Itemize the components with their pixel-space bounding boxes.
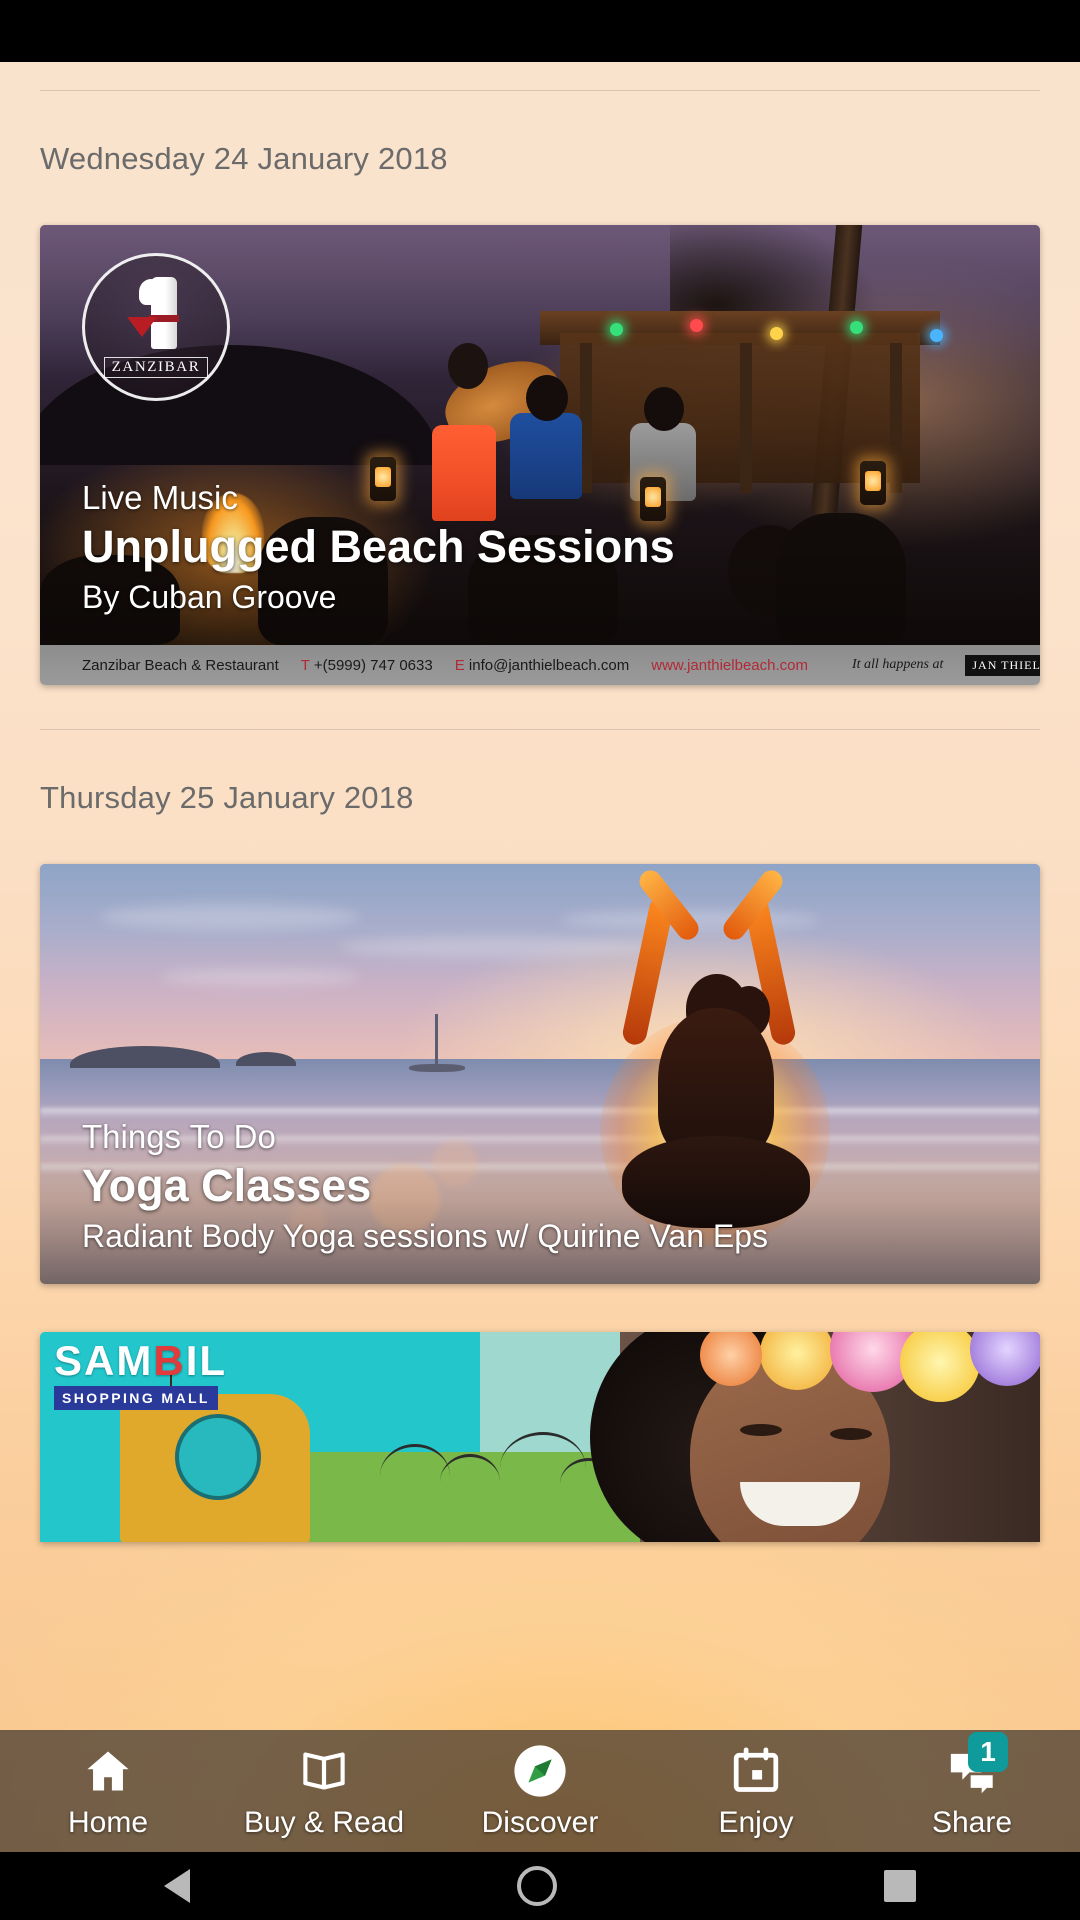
partner-tagline: It all happens at [851,657,944,672]
nav-label-share: Share [931,1806,1013,1839]
date-header-thursday: Thursday 25 January 2018 [40,780,414,815]
event-card-yoga[interactable]: Things To Do Yoga Classes Radiant Body Y… [40,864,1040,1284]
nav-item-home[interactable]: Home [0,1740,216,1840]
compass-icon [508,1740,572,1802]
nav-label-home: Home [67,1806,149,1839]
date-header-wednesday: Wednesday 24 January 2018 [40,141,448,176]
chat-icon: 1 [940,1732,1008,1802]
event-text-overlay: Live Music Unplugged Beach Sessions By C… [40,475,1040,645]
event-text-overlay: Things To Do Yoga Classes Radiant Body Y… [40,1114,1040,1284]
venue-name: Zanzibar Beach & Restaurant [82,656,279,674]
event-subtitle: Radiant Body Yoga sessions w/ Quirine Va… [82,1218,769,1255]
venue-website[interactable]: www.janthielbeach.com [651,657,808,674]
promo-card-sambil[interactable]: SAMBIL SHOPPING MALL [40,1332,1040,1542]
sambil-wordmark: SAMBIL [54,1340,254,1382]
nav-item-buy-and-read[interactable]: Buy & Read [216,1740,432,1840]
android-system-nav-bar [0,1852,1080,1920]
back-button-icon[interactable] [163,1869,190,1903]
nav-label-buy-and-read: Buy & Read [243,1806,405,1839]
nav-label-discover: Discover [481,1806,599,1839]
events-feed[interactable]: Wednesday 24 January 2018 ZANZIBAR Live … [0,62,1080,1852]
event-title: Unplugged Beach Sessions [82,521,675,573]
sambil-logo: SAMBIL SHOPPING MALL [54,1340,254,1410]
zanzibar-logo-text: ZANZIBAR [103,356,209,378]
jan-thiel-beach-badge: JAN THIEL BEACH [965,654,1040,676]
nav-item-enjoy[interactable]: Enjoy [648,1740,864,1840]
sambil-brand-part2: B [153,1337,186,1384]
phone-label: T [300,656,310,674]
share-badge-count: 1 [968,1732,1008,1772]
event-image-yoga: Things To Do Yoga Classes Radiant Body Y… [40,864,1040,1284]
sambil-brand-part1: SAM [54,1337,154,1384]
book-icon [292,1740,356,1802]
sambil-brand-part3: IL [185,1337,228,1384]
event-subtitle: By Cuban Groove [82,579,337,616]
phone-screen: Wednesday 24 January 2018 ZANZIBAR Live … [0,0,1080,1920]
nav-item-share[interactable]: 1 Share [864,1732,1080,1840]
event-card-live-music[interactable]: ZANZIBAR Live Music Unplugged Beach Sess… [40,225,1040,685]
status-bar [0,0,1080,62]
recents-button-icon[interactable] [884,1870,917,1902]
calendar-icon [724,1740,788,1802]
venue-phone: +(5999) 747 0633 [313,656,433,674]
email-label: E [454,656,465,674]
home-icon [76,1740,140,1802]
sambil-tagline: SHOPPING MALL [54,1386,218,1410]
nav-item-discover[interactable]: Discover [432,1740,648,1840]
event-category: Things To Do [82,1117,276,1155]
venue-email: info@janthielbeach.com [468,656,630,674]
nav-label-enjoy: Enjoy [718,1806,794,1839]
zanzibar-logo: ZANZIBAR [82,253,230,401]
event-category: Live Music [82,478,238,516]
venue-contact-strip: Zanzibar Beach & Restaurant T +(5999) 74… [40,645,1040,685]
bottom-navigation-bar: Home Buy & Read Discover Enjoy 1 Share [0,1730,1080,1852]
event-image-beach-session: ZANZIBAR Live Music Unplugged Beach Sess… [40,225,1040,645]
event-title: Yoga Classes [82,1160,372,1212]
home-button-icon[interactable] [516,1866,557,1906]
